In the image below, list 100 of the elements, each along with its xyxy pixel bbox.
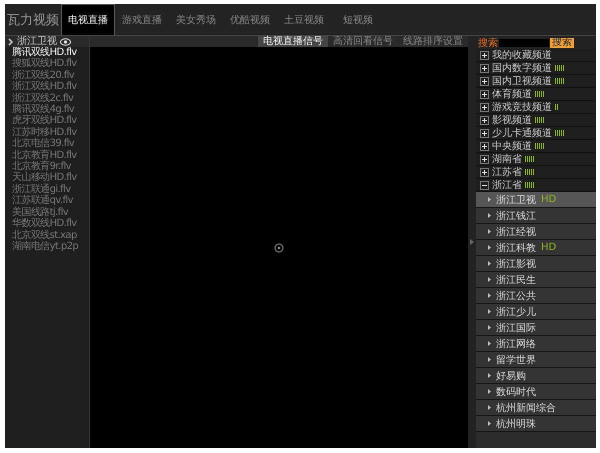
source-item[interactable]: 北京电信39.flv: [5, 138, 89, 150]
nav-tab[interactable]: 土豆视频: [277, 4, 331, 35]
nav-tab[interactable]: 优酷视频: [223, 4, 277, 35]
channel-item[interactable]: 浙江科教 HD: [476, 240, 596, 256]
source-item[interactable]: 浙江双线20.flv: [5, 70, 89, 82]
channel-name: 浙江公共: [496, 290, 536, 302]
category-row[interactable]: 我的收藏频道: [476, 49, 596, 62]
bullet-arrow-icon: [488, 357, 491, 362]
channel-name: 浙江影视: [496, 258, 536, 270]
channel-name: 浙江科教: [496, 242, 536, 254]
bullet-arrow-icon: [488, 341, 491, 346]
category-row[interactable]: 少儿卡通频道: [476, 127, 596, 140]
signal-bars-icon: [535, 117, 544, 123]
category-row[interactable]: 影视频道: [476, 114, 596, 127]
loading-icon: [274, 242, 284, 252]
nav-tab[interactable]: 短视频: [331, 4, 385, 35]
channel-name: 浙江网络: [496, 338, 536, 350]
channel-item[interactable]: 浙江钱江: [476, 208, 596, 224]
expand-icon[interactable]: [480, 154, 489, 164]
expand-icon[interactable]: [480, 168, 489, 176]
channel-name: 好易购: [496, 370, 526, 382]
channel-item[interactable]: 浙江经视: [476, 224, 596, 240]
channel-item[interactable]: 浙江少儿: [476, 304, 596, 320]
source-item[interactable]: 江苏联通qv.flv: [5, 195, 89, 207]
signal-bars-icon: [555, 104, 558, 110]
signal-tab[interactable]: 电视直播信号: [258, 36, 328, 47]
bullet-arrow-icon: [488, 421, 491, 426]
category-row[interactable]: 中央频道: [476, 140, 596, 153]
category-name: 浙江省: [492, 178, 522, 192]
channel-title: 浙江卫视: [17, 36, 57, 47]
bullet-arrow-icon: [488, 277, 491, 282]
category-row[interactable]: 国内数字频道: [476, 62, 596, 75]
expand-icon[interactable]: [480, 116, 489, 124]
search-field[interactable]: [499, 38, 549, 46]
source-item[interactable]: 湖南电信yt.p2p: [5, 240, 89, 252]
category-row[interactable]: 浙江省: [476, 179, 596, 192]
source-item[interactable]: 浙江双线HD.flv: [5, 81, 89, 93]
bullet-arrow-icon: [488, 213, 491, 218]
channel-name: 浙江少儿: [496, 306, 536, 318]
signal-tab[interactable]: 高清回看信号: [328, 36, 398, 47]
bullet-arrow-icon: [488, 261, 491, 266]
app-logo: 瓦力视频: [6, 12, 60, 28]
category-name: 国内卫视频道: [492, 74, 552, 88]
source-item[interactable]: 北京教育9r.flv: [5, 161, 89, 172]
category-name: 影视频道: [492, 114, 532, 127]
source-item[interactable]: 搜狐双线HD.flv: [5, 58, 89, 70]
source-item[interactable]: 腾讯双线4g.flv: [5, 104, 89, 116]
source-item[interactable]: 浙江双线2c.flv: [5, 92, 89, 104]
category-row[interactable]: 游戏竞技频道: [476, 101, 596, 114]
source-item[interactable]: 江苏时移HD.flv: [5, 126, 89, 138]
channel-item[interactable]: 留学世界: [476, 352, 596, 368]
nav-tab[interactable]: 电视直播: [61, 4, 115, 35]
nav-tab[interactable]: 美女秀场: [169, 4, 223, 35]
source-item[interactable]: 腾讯双线HD.flv: [5, 47, 89, 58]
channel-name: 杭州新闻综合: [496, 402, 556, 414]
eye-icon[interactable]: [60, 38, 71, 46]
expand-icon[interactable]: [480, 76, 489, 86]
category-row[interactable]: 体育频道: [476, 88, 596, 101]
bullet-arrow-icon: [488, 229, 491, 234]
channel-item[interactable]: 杭州新闻综合: [476, 400, 596, 416]
source-item[interactable]: 北京教育HD.flv: [5, 150, 89, 162]
category-name: 中央频道: [492, 140, 532, 153]
channel-item[interactable]: 浙江国际: [476, 320, 596, 336]
expand-icon[interactable]: [480, 64, 489, 72]
bullet-arrow-icon: [488, 325, 491, 330]
signal-tab[interactable]: 线路排序设置: [398, 36, 468, 47]
channel-item[interactable]: 杭州明珠: [476, 416, 596, 432]
channel-name: 浙江民生: [496, 274, 536, 286]
expand-icon[interactable]: [480, 142, 489, 150]
search-label: 搜索: [478, 36, 498, 50]
channel-item[interactable]: 浙江民生: [476, 272, 596, 288]
source-item[interactable]: 美国线路tj.flv: [5, 206, 89, 218]
source-item[interactable]: 天山移动HD.flv: [5, 172, 89, 184]
collapse-icon[interactable]: [480, 180, 489, 190]
channel-item[interactable]: 浙江影视: [476, 256, 596, 272]
channel-item[interactable]: 浙江卫视 HD: [476, 192, 596, 208]
source-item[interactable]: 虎牙双线HD.flv: [5, 115, 89, 127]
source-item[interactable]: 浙江联通gi.flv: [5, 184, 89, 196]
signal-bars-icon: [535, 91, 544, 97]
channel-item[interactable]: 浙江公共: [476, 288, 596, 304]
category-name: 江苏省: [492, 166, 522, 179]
source-item[interactable]: 华数双线HD.flv: [5, 218, 89, 230]
source-item[interactable]: 北京双线st.xap: [5, 230, 89, 241]
channel-item[interactable]: 浙江网络: [476, 336, 596, 352]
category-name: 游戏竞技频道: [492, 100, 552, 114]
collapse-arrow-icon[interactable]: [470, 239, 474, 245]
expand-icon[interactable]: [480, 90, 489, 98]
nav-tab[interactable]: 游戏直播: [115, 4, 169, 35]
expand-icon[interactable]: [480, 50, 489, 60]
channel-item[interactable]: 数码时代: [476, 384, 596, 400]
expand-icon[interactable]: [480, 102, 489, 112]
category-row[interactable]: 江苏省: [476, 166, 596, 179]
channel-item[interactable]: 好易购: [476, 368, 596, 384]
category-name: 我的收藏频道: [492, 49, 552, 62]
chevron-icon[interactable]: [8, 38, 14, 46]
expand-icon[interactable]: [480, 128, 489, 138]
category-row[interactable]: 湖南省: [476, 153, 596, 166]
category-row[interactable]: 国内卫视频道: [476, 75, 596, 88]
bullet-arrow-icon: [488, 373, 491, 378]
channel-name: 浙江钱江: [496, 210, 536, 222]
